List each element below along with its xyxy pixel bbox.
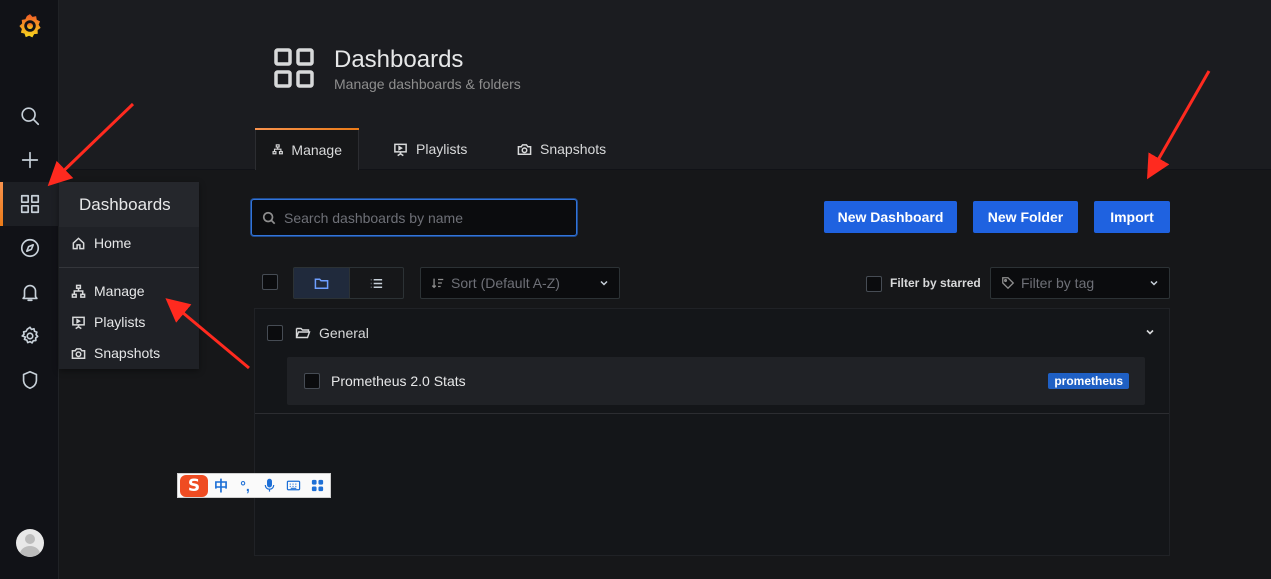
sidebar-create[interactable] — [0, 138, 59, 182]
flyout-item-label: Home — [94, 235, 132, 251]
camera-icon — [71, 347, 86, 359]
folder-open-icon — [295, 327, 311, 339]
new-dashboard-button[interactable]: New Dashboard — [824, 201, 957, 233]
dashboards-flyout-menu: Dashboards Home Manage Playlists Snapsho… — [59, 182, 199, 369]
sitemap-icon — [71, 284, 86, 298]
ime-punctuation-toggle[interactable]: °, — [234, 475, 256, 497]
keyboard-icon — [286, 480, 300, 491]
flyout-item-home[interactable]: Home — [71, 235, 131, 251]
new-folder-button[interactable]: New Folder — [973, 201, 1078, 233]
search-icon — [20, 107, 39, 126]
flyout-item-label: Playlists — [94, 314, 146, 330]
flyout-item-snapshots[interactable]: Snapshots — [71, 345, 160, 361]
flyout-title[interactable]: Dashboards — [59, 182, 199, 227]
page-header-background — [59, 0, 1271, 170]
page-title: Dashboards — [334, 46, 464, 73]
list-icon — [370, 278, 382, 288]
grid-apps-icon — [311, 479, 323, 492]
list-divider — [255, 413, 1169, 414]
sidebar-alerting[interactable] — [0, 270, 59, 314]
flyout-item-label: Manage — [94, 283, 145, 299]
filter-starred-checkbox[interactable] — [866, 276, 882, 292]
presentation-icon — [394, 143, 407, 156]
microphone-icon — [264, 478, 274, 492]
filter-starred-label[interactable]: Filter by starred — [890, 276, 981, 290]
tab-label: Snapshots — [540, 141, 607, 157]
ime-keyboard-button[interactable] — [282, 475, 304, 497]
tab-manage[interactable]: Manage — [255, 128, 359, 170]
tab-playlists[interactable]: Playlists — [377, 128, 483, 170]
dashboard-row[interactable]: Prometheus 2.0 Stats prometheus — [287, 357, 1145, 405]
ime-language-toggle[interactable]: 中 — [210, 475, 232, 497]
folder-icon — [314, 278, 329, 289]
sidebar-dashboards[interactable] — [0, 182, 59, 226]
sidebar-explore[interactable] — [0, 226, 59, 270]
chevron-down-icon — [1150, 280, 1158, 286]
ime-toolbox-button[interactable] — [306, 475, 328, 497]
tab-label: Playlists — [416, 141, 468, 157]
avatar[interactable] — [16, 529, 44, 557]
sidebar-server-admin[interactable] — [0, 358, 59, 402]
grafana-logo-icon — [18, 14, 41, 38]
sitemap-icon — [272, 144, 283, 155]
grafana-logo[interactable] — [0, 4, 59, 48]
page-subtitle: Manage dashboards & folders — [334, 76, 521, 92]
folder-name: General — [319, 325, 369, 341]
flyout-item-manage[interactable]: Manage — [71, 283, 145, 299]
ime-logo[interactable]: S — [180, 474, 208, 497]
folder-checkbox[interactable] — [267, 325, 283, 341]
ime-toolbar: S 中 °, — [177, 473, 331, 498]
compass-icon — [20, 238, 39, 258]
search-icon — [262, 211, 276, 224]
flyout-item-label: Snapshots — [94, 345, 161, 361]
chevron-down-icon — [600, 280, 608, 286]
flyout-divider — [59, 267, 199, 268]
flyout-item-playlists[interactable]: Playlists — [71, 314, 145, 330]
sidebar-configuration[interactable] — [0, 314, 59, 358]
sort-icon — [431, 278, 444, 289]
dashboard-list: General Prometheus 2.0 Stats prometheus — [254, 308, 1170, 556]
plus-icon — [21, 151, 38, 169]
import-button[interactable]: Import — [1094, 201, 1170, 233]
tag-icon — [1002, 277, 1015, 290]
camera-icon — [517, 143, 532, 155]
dashboard-checkbox[interactable] — [304, 373, 320, 389]
search-input[interactable] — [284, 209, 564, 226]
folder-view-button[interactable] — [294, 268, 349, 298]
tag-filter-placeholder: Filter by tag — [1021, 275, 1095, 291]
dashboard-tag[interactable]: prometheus — [1048, 373, 1129, 389]
list-view-button[interactable] — [348, 268, 404, 298]
tab-label: Manage — [291, 141, 342, 158]
sidebar-search[interactable] — [0, 94, 59, 138]
select-all-checkbox[interactable] — [262, 274, 278, 290]
shield-icon — [22, 370, 37, 390]
tab-snapshots[interactable]: Snapshots — [501, 128, 622, 170]
view-mode-toggle — [293, 267, 404, 299]
gear-icon — [20, 326, 39, 344]
folder-row-general[interactable]: General — [255, 309, 1169, 355]
sort-select[interactable]: Sort (Default A-Z) — [420, 267, 620, 299]
chevron-down-icon[interactable] — [1145, 327, 1155, 337]
tag-filter-select[interactable]: Filter by tag — [990, 267, 1170, 299]
dashboards-icon — [20, 194, 39, 214]
sidebar — [0, 0, 59, 579]
ime-voice-button[interactable] — [258, 475, 280, 497]
presentation-icon — [72, 316, 85, 329]
bell-icon — [21, 284, 38, 302]
search-box — [251, 199, 577, 236]
sort-select-value: Sort (Default A-Z) — [451, 275, 560, 291]
dashboard-name[interactable]: Prometheus 2.0 Stats — [331, 373, 466, 389]
home-icon — [72, 236, 85, 249]
dashboards-page-icon — [274, 48, 314, 88]
